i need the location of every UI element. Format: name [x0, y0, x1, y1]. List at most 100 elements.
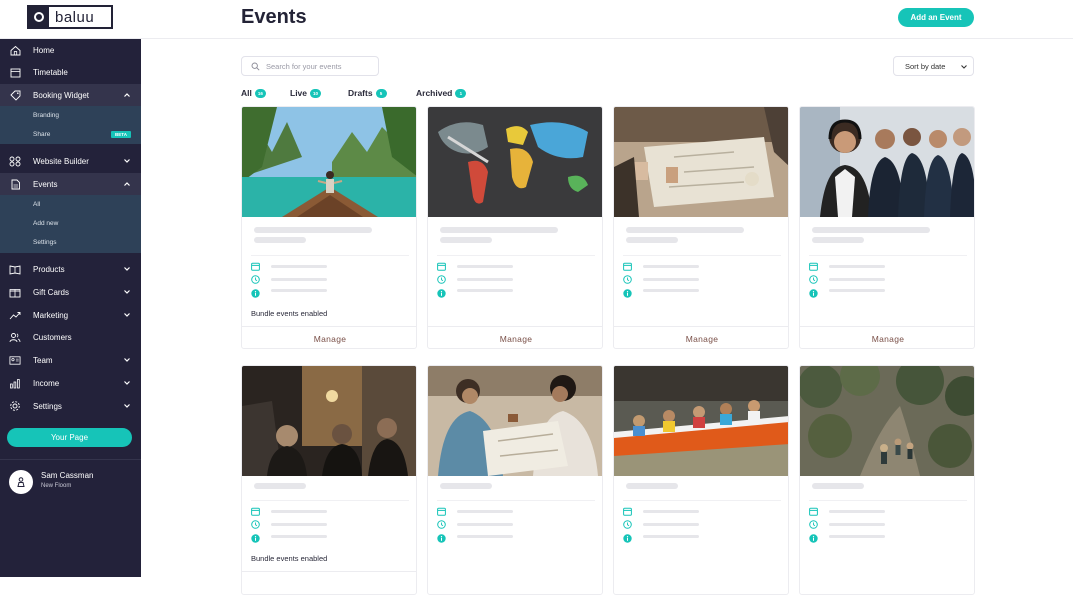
- sidebar-item-income[interactable]: Income: [0, 372, 141, 394]
- sidebar-item-marketing[interactable]: Marketing: [0, 304, 141, 326]
- tab-label: All: [241, 88, 252, 98]
- sidebar-item-gift-cards[interactable]: Gift Cards: [0, 281, 141, 303]
- event-photo-floating-market: [614, 366, 788, 476]
- calendar-icon: [809, 262, 818, 271]
- sort-label: Sort by date: [905, 61, 946, 71]
- info-icon: [437, 534, 446, 543]
- search-input[interactable]: [266, 61, 376, 71]
- skeleton-title: [812, 227, 930, 233]
- logo-mark-icon: [29, 7, 49, 27]
- tab-live[interactable]: Live 10: [290, 88, 322, 98]
- event-photo-map-coffee: [614, 107, 788, 217]
- skeleton-date: [271, 265, 327, 268]
- sidebar-item-customers[interactable]: Customers: [0, 326, 141, 348]
- divider: [437, 255, 595, 256]
- skeleton-title: [254, 227, 372, 233]
- divider: [428, 326, 602, 327]
- event-photo-boat-lake: [242, 107, 416, 217]
- baluu-logo[interactable]: baluu: [27, 5, 113, 29]
- skeleton-info: [643, 289, 699, 292]
- skeleton-title: [254, 483, 306, 489]
- divider: [242, 326, 416, 327]
- sidebar-item-label: Team: [33, 355, 53, 365]
- chevron-down-icon: [124, 404, 130, 408]
- divider: [800, 326, 974, 327]
- skeleton-title: [626, 227, 744, 233]
- event-card[interactable]: Manage: [799, 106, 975, 349]
- sort-dropdown[interactable]: Sort by date: [893, 56, 974, 76]
- divider: [251, 255, 409, 256]
- skeleton-info: [457, 289, 513, 292]
- clock-icon: [437, 520, 446, 529]
- sitemap-icon: [9, 155, 21, 167]
- skeleton-subtitle: [812, 237, 864, 243]
- submenu-item-add-new[interactable]: Add new: [33, 220, 58, 227]
- divider: [242, 571, 416, 572]
- search-box[interactable]: [241, 56, 379, 76]
- submenu-item-all[interactable]: All: [33, 201, 40, 208]
- manage-button[interactable]: Manage: [800, 334, 974, 344]
- submenu-item-settings[interactable]: Settings: [33, 239, 57, 246]
- skeleton-title: [440, 483, 492, 489]
- skeleton-subtitle: [254, 237, 306, 243]
- avatar[interactable]: [9, 470, 33, 494]
- sidebar-item-timetable[interactable]: Timetable: [0, 61, 141, 83]
- sidebar-item-label: Booking Widget: [33, 90, 90, 100]
- logo-text: baluu: [55, 8, 95, 26]
- calendar-icon: [9, 66, 21, 78]
- divider: [437, 500, 595, 501]
- sidebar-item-label: Settings: [33, 401, 62, 411]
- add-event-button[interactable]: Add an Event: [898, 8, 974, 27]
- sidebar-item-website-builder[interactable]: Website Builder: [0, 150, 141, 172]
- event-card[interactable]: Bundle events enabled Manage: [241, 106, 417, 349]
- tab-label: Archived: [416, 88, 453, 98]
- tab-label: Live: [290, 88, 308, 98]
- skeleton-time: [271, 278, 327, 281]
- manage-button[interactable]: Manage: [614, 334, 788, 344]
- your-page-button[interactable]: Your Page: [7, 428, 132, 447]
- info-icon: [809, 289, 818, 298]
- booking-widget-submenu: Branding Share BETA: [0, 106, 141, 144]
- event-card[interactable]: Manage: [427, 106, 603, 349]
- event-card[interactable]: [427, 365, 603, 595]
- profile-subtitle: New Floom: [41, 483, 72, 489]
- sidebar-item-booking-widget[interactable]: Booking Widget: [0, 84, 141, 106]
- tab-drafts[interactable]: Drafts 5: [348, 88, 387, 98]
- sidebar-item-label: Income: [33, 378, 60, 388]
- sidebar-item-label: Home: [33, 45, 55, 55]
- event-card[interactable]: Manage: [613, 106, 789, 349]
- event-photo-couple-map: [428, 366, 602, 476]
- skeleton-date: [643, 265, 699, 268]
- tab-all[interactable]: All 16: [241, 88, 266, 98]
- skeleton-date: [457, 510, 513, 513]
- calendar-icon: [437, 507, 446, 516]
- skeleton-info: [829, 289, 885, 292]
- event-card[interactable]: [613, 365, 789, 595]
- manage-button[interactable]: Manage: [428, 334, 602, 344]
- sidebar-item-settings[interactable]: Settings: [0, 395, 141, 417]
- chevron-up-icon: [124, 182, 130, 186]
- chevron-down-icon: [124, 290, 130, 294]
- manage-button[interactable]: Manage: [242, 334, 416, 344]
- submenu-item-share[interactable]: Share: [33, 131, 50, 138]
- skeleton-title: [440, 227, 558, 233]
- tab-archived[interactable]: Archived 1: [416, 88, 467, 98]
- home-icon: [9, 44, 21, 56]
- sidebar-item-team[interactable]: Team: [0, 349, 141, 371]
- sidebar-item-home[interactable]: Home: [0, 39, 141, 61]
- sidebar-item-products[interactable]: Products: [0, 258, 141, 280]
- event-card[interactable]: [799, 365, 975, 595]
- calendar-icon: [623, 507, 632, 516]
- event-photo-forest-hikers: [800, 366, 974, 476]
- info-icon: [623, 534, 632, 543]
- calendar-icon: [809, 507, 818, 516]
- skeleton-time: [829, 523, 885, 526]
- event-card[interactable]: Bundle events enabled: [241, 365, 417, 595]
- sidebar-item-events[interactable]: Events: [0, 173, 141, 195]
- tab-count-badge: 16: [254, 88, 266, 98]
- tab-count-badge: 5: [375, 88, 387, 98]
- submenu-item-branding[interactable]: Branding: [33, 112, 59, 119]
- users-icon: [9, 331, 21, 343]
- skeleton-title: [626, 483, 678, 489]
- sidebar: Home Timetable Booking Widget Branding S…: [0, 39, 141, 577]
